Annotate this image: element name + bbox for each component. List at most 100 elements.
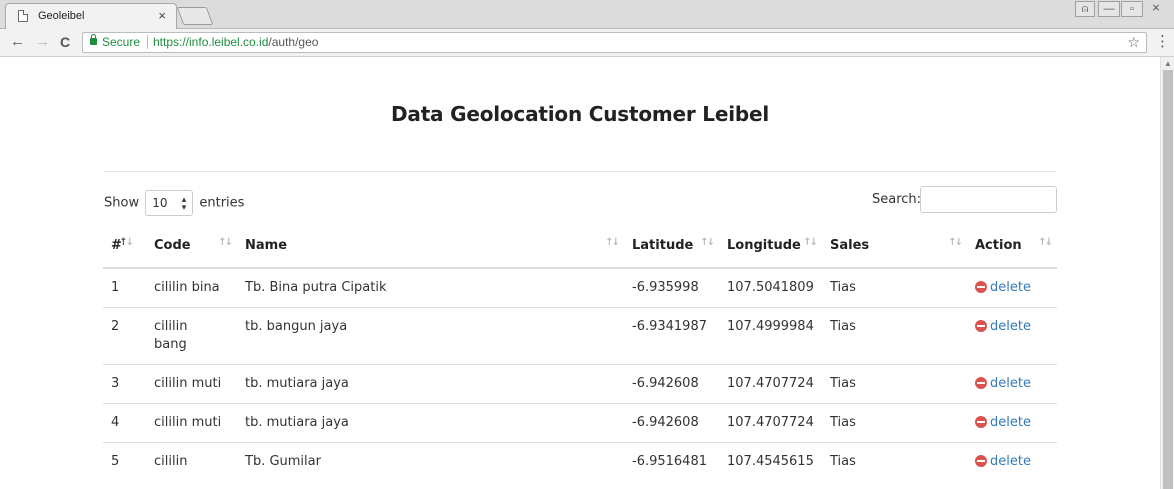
scrollbar-thumb[interactable] <box>1163 70 1173 489</box>
cell-code: cililin bina <box>154 280 220 295</box>
cell-longitude: 107.4707724 <box>719 403 822 443</box>
cell-code: cililin muti <box>146 403 237 443</box>
page-scrollbar[interactable]: ▲ <box>1160 57 1174 489</box>
show-label: Show <box>104 195 140 211</box>
cell-longitude: 107.4999984 <box>719 307 822 365</box>
cell-action: delete <box>967 268 1057 308</box>
cell-action: delete <box>967 364 1057 404</box>
column-header-longitude[interactable]: Longitude ↑↓ <box>719 224 822 269</box>
delete-link[interactable]: delete <box>975 376 1031 391</box>
scroll-up-icon[interactable]: ▲ <box>1164 59 1172 68</box>
column-header-code[interactable]: Code ↑↓ <box>146 224 237 269</box>
sort-icon: ↑↓ <box>700 237 715 248</box>
cell-name: Tb. Bina putra Cipatik <box>245 280 387 295</box>
cell-longitude: 107.4545615 <box>719 442 822 481</box>
delete-link[interactable]: delete <box>975 319 1031 334</box>
cell-longitude: 107.4707724 <box>719 364 822 404</box>
maximize-button[interactable]: ▫ <box>1121 1 1143 17</box>
column-header-action[interactable]: Action ↑↓ <box>967 224 1057 269</box>
sort-icon: ↑↓ <box>803 237 818 248</box>
cell-sales: Tias <box>822 403 967 443</box>
table-row: 2 cililin bang tb. bangun jaya -6.934198… <box>103 307 1057 365</box>
cell-name: tb. mutiara jaya <box>237 364 624 404</box>
minus-circle-icon <box>975 416 987 428</box>
cell-name: Tb. Gumilar <box>237 442 624 481</box>
url-host: https://info.leibel.co.id <box>153 35 269 49</box>
forward-arrow-icon[interactable]: → <box>35 34 50 50</box>
close-window-button[interactable]: ⨯ <box>1144 1 1168 17</box>
table-header-row: # ↑↓ Code ↑↓ Name ↑↓ Latitude ↑↓ Longitude ↑↓… <box>103 224 1057 269</box>
select-caret-icon: ▴ ▾ <box>181 195 187 213</box>
minus-circle-icon <box>975 377 987 389</box>
sort-icon: ↑↓ <box>605 237 620 248</box>
entries-select[interactable]: 10 ▴ ▾ <box>145 190 194 216</box>
search-input[interactable] <box>920 186 1057 213</box>
entries-length-control: Show 10 ▴ ▾ entries <box>104 190 244 216</box>
cell-latitude: -6.942608 <box>624 403 719 443</box>
cell-number: 5 <box>103 442 146 481</box>
address-separator <box>147 35 148 49</box>
cell-number: 3 <box>103 364 146 404</box>
browser-menu-icon[interactable]: ⋮ <box>1155 34 1170 50</box>
delete-link[interactable]: delete <box>975 280 1031 295</box>
tab-close-icon[interactable]: × <box>158 8 166 23</box>
browser-toolbar: ← → C Secure https://info.leibel.co.id/a… <box>0 29 1174 57</box>
minus-circle-icon <box>975 455 987 467</box>
delete-link[interactable]: delete <box>975 415 1031 430</box>
address-bar[interactable]: Secure https://info.leibel.co.id/auth/ge… <box>82 32 1147 53</box>
cell-sales: Tias <box>822 364 967 404</box>
cell-action: delete <box>967 442 1057 481</box>
column-header-latitude[interactable]: Latitude ↑↓ <box>624 224 719 269</box>
table-row: 5 cililin Tb. Gumilar -6.9516481 107.454… <box>103 442 1057 481</box>
cell-number: 1 <box>111 280 120 295</box>
sort-asc-icon: ↑↓ <box>119 237 134 248</box>
table-row: 4 cililin muti tb. mutiara jaya -6.94260… <box>103 403 1057 443</box>
sort-icon: ↑↓ <box>218 237 233 248</box>
cell-code: cililin bang <box>146 307 237 365</box>
search-label: Search: <box>872 192 922 207</box>
new-tab-button[interactable] <box>176 7 214 25</box>
sort-icon: ↑↓ <box>948 237 963 248</box>
secure-label: Secure <box>102 35 141 49</box>
column-header-number[interactable]: # ↑↓ <box>103 224 146 269</box>
minus-circle-icon <box>975 281 987 293</box>
lock-icon <box>90 34 97 45</box>
cell-name: tb. mutiara jaya <box>237 403 624 443</box>
cell-longitude: 107.5041809 <box>727 280 814 295</box>
cell-number: 4 <box>103 403 146 443</box>
reload-icon[interactable]: C <box>60 34 70 50</box>
divider <box>103 171 1057 172</box>
cell-code: cililin <box>146 442 237 481</box>
cell-action: delete <box>967 307 1057 365</box>
page-title: Data Geolocation Customer Leibel <box>391 102 769 126</box>
entries-select-value: 10 <box>152 196 168 210</box>
column-header-sales[interactable]: Sales ↑↓ <box>822 224 967 269</box>
cell-number: 2 <box>103 307 146 365</box>
entries-label: entries <box>199 195 245 211</box>
column-header-name[interactable]: Name ↑↓ <box>237 224 624 269</box>
url-text[interactable]: https://info.leibel.co.id/auth/geo <box>153 33 318 52</box>
cell-latitude: -6.9341987 <box>624 307 719 365</box>
cell-sales: Tias <box>822 307 967 365</box>
cell-latitude: -6.935998 <box>632 280 699 295</box>
browser-tab[interactable]: Geoleibel × <box>5 3 177 29</box>
minimize-button[interactable]: — <box>1098 1 1120 17</box>
minus-circle-icon <box>975 320 987 332</box>
back-arrow-icon[interactable]: ← <box>10 34 25 50</box>
cell-code: cililin muti <box>146 364 237 404</box>
delete-link[interactable]: delete <box>975 454 1031 469</box>
cell-action: delete <box>967 403 1057 443</box>
browser-tab-bar: Geoleibel × ⍝ — ▫ ⨯ <box>0 0 1174 29</box>
cell-sales: Tias <box>822 442 967 481</box>
cell-name: tb. bangun jaya <box>237 307 624 365</box>
cell-latitude: -6.942608 <box>624 364 719 404</box>
cell-latitude: -6.9516481 <box>624 442 719 481</box>
table-row: 1 cililin bina Tb. Bina putra Cipatik -6… <box>103 268 1057 308</box>
document-icon <box>18 10 28 22</box>
geolocation-table: # ↑↓ Code ↑↓ Name ↑↓ Latitude ↑↓ Longitude ↑↓… <box>103 224 1057 481</box>
bookmark-star-icon[interactable]: ☆ <box>1127 33 1140 52</box>
table-body: 1 cililin bina Tb. Bina putra Cipatik -6… <box>103 268 1057 481</box>
profile-icon[interactable]: ⍝ <box>1075 1 1095 17</box>
url-path: /auth/geo <box>268 35 319 49</box>
cell-sales: Tias <box>830 280 856 295</box>
